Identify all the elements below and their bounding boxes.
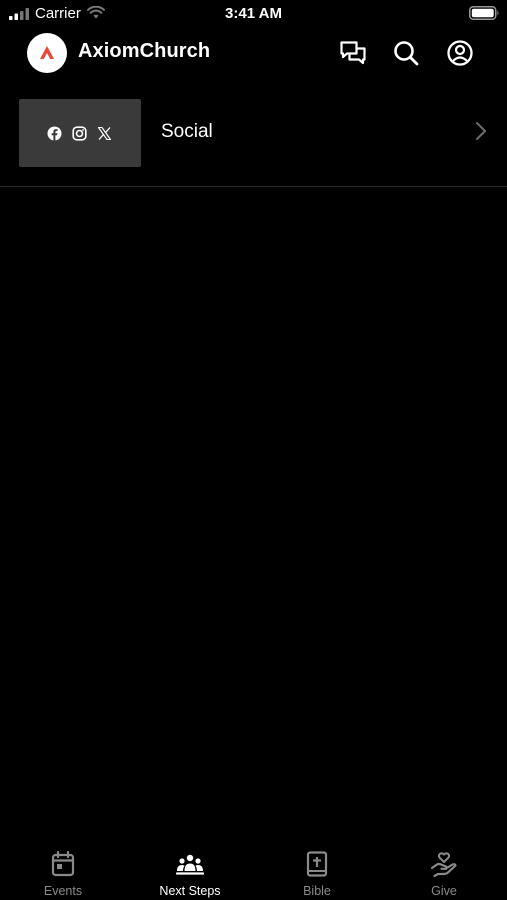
tab-give-label: Give <box>431 884 457 898</box>
tab-give[interactable]: Give <box>381 840 507 900</box>
people-icon <box>175 854 205 875</box>
search-button[interactable] <box>391 38 421 68</box>
tab-bible[interactable]: Bible <box>254 840 380 900</box>
tab-events[interactable]: Events <box>0 840 126 900</box>
church-logo[interactable] <box>27 33 67 73</box>
tab-next-steps-label: Next Steps <box>159 884 221 898</box>
social-thumbnail <box>19 99 141 167</box>
tab-events-label: Events <box>43 884 83 898</box>
account-button[interactable] <box>445 38 475 68</box>
axiom-logo-icon <box>40 46 54 59</box>
x-icon <box>97 126 112 141</box>
list-divider <box>0 186 507 187</box>
app-header: AxiomChurch <box>0 28 507 80</box>
calendar-icon <box>51 850 75 877</box>
chat-button[interactable] <box>338 38 368 68</box>
bible-icon <box>306 851 328 877</box>
battery-icon <box>469 6 499 20</box>
facebook-icon <box>47 126 62 141</box>
app-title: AxiomChurch <box>78 40 211 62</box>
chevron-right-icon <box>476 122 486 140</box>
list-item-social[interactable]: Social <box>0 96 507 186</box>
account-icon <box>447 40 473 66</box>
give-icon <box>430 852 457 878</box>
clock: 3:41 AM <box>225 5 282 22</box>
search-icon <box>394 41 419 66</box>
tab-bible-label: Bible <box>303 884 331 898</box>
list-item-label: Social <box>161 121 213 142</box>
status-bar: Carrier 3:41 AM <box>0 0 507 28</box>
instagram-icon <box>72 126 87 141</box>
tab-bar: Events Next Steps Bible Give <box>0 840 507 900</box>
tab-next-steps[interactable]: Next Steps <box>127 840 253 900</box>
chat-icon <box>340 41 366 65</box>
